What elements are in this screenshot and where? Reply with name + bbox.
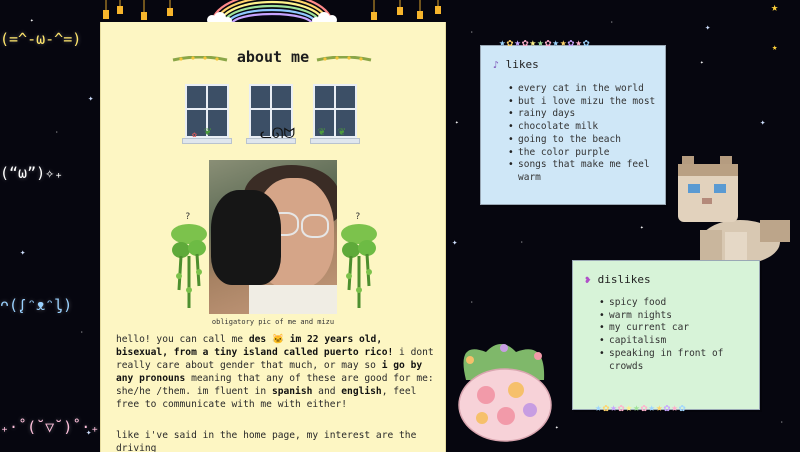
broken-heart-icon: ❥ — [585, 275, 592, 286]
gold-star-icon: ★ — [772, 43, 778, 53]
list-item: capitalism — [599, 335, 749, 348]
profile-photo — [209, 160, 337, 314]
cat-icon — [211, 190, 281, 285]
dislikes-heading: ❥ dislikes — [585, 273, 651, 286]
list-item: going to the beach — [508, 134, 658, 147]
cat-icon: ᓚᘏᗢ — [260, 126, 296, 142]
dislikes-list: spicy food warm nights my current car ca… — [599, 297, 749, 373]
list-item: the color purple — [508, 147, 658, 160]
window-icon: ❦ ✿ — [182, 84, 232, 146]
list-item: but i love mizu the most — [508, 96, 658, 109]
plush-cat-icon — [678, 156, 790, 264]
list-item: spicy food — [599, 297, 749, 310]
about-panel: about me ❦ ✿ ᓚᘏᗢ ❦ ❦ ? ? obligatory pic … — [100, 22, 446, 452]
kaomoji: ₊·˚(˘▽˘)˚·₊ — [0, 418, 100, 436]
hanging-plant-icon — [341, 224, 377, 308]
rainbow-banner — [103, 0, 441, 24]
list-item: songs that make me feel warm — [508, 159, 658, 184]
list-item: rainy days — [508, 108, 658, 121]
window-icon: ❦ ❦ — [310, 84, 360, 146]
nickname: des — [248, 334, 267, 345]
gold-star-icon: ★ — [771, 0, 779, 14]
stars-flowers-decoration: ★✿★✿★★✿★★✿★✿ — [499, 36, 591, 49]
cat-face-icon: 🐱 — [271, 334, 284, 345]
stars-flowers-decoration: ★✿★✿★★✿★★✿★✿ — [595, 401, 687, 414]
list-item: every cat in the world — [508, 83, 658, 96]
kaomoji: ᴖ(ᶘᵔᴥᵔᶅ) — [0, 296, 73, 314]
window-icon: ᓚᘏᗢ — [246, 84, 296, 146]
likes-list: every cat in the world but i love mizu t… — [508, 83, 658, 185]
list-item: chocolate milk — [508, 121, 658, 134]
bio-text: hello! you can call me des 🐱 im 22 years… — [116, 334, 434, 410]
kaomoji: (“ω”)✧₊ — [0, 164, 64, 182]
hanging-plant-icon — [171, 224, 207, 308]
list-item: warm nights — [599, 310, 749, 323]
garland-icon — [316, 56, 372, 62]
list-item: speaking in front of crowds — [599, 348, 749, 373]
flower-bouquet-icon — [458, 344, 552, 442]
photo-caption: obligatory pic of me and mizu — [211, 318, 335, 326]
music-note-icon: ♪ — [493, 60, 500, 71]
likes-heading: ♪ likes — [493, 58, 539, 71]
dislikes-card: ❥ dislikes spicy food warm nights my cur… — [572, 260, 760, 414]
likes-card: ★✿★✿★★✿★★✿★✿ ♪ likes every cat in the wo… — [480, 36, 666, 205]
list-item: my current car — [599, 322, 749, 335]
bio-text-continued: like i've said in the home page, my inte… — [116, 430, 417, 452]
kaomoji: (=^-ω-^=) — [0, 30, 82, 48]
page-title: about me — [236, 48, 310, 66]
